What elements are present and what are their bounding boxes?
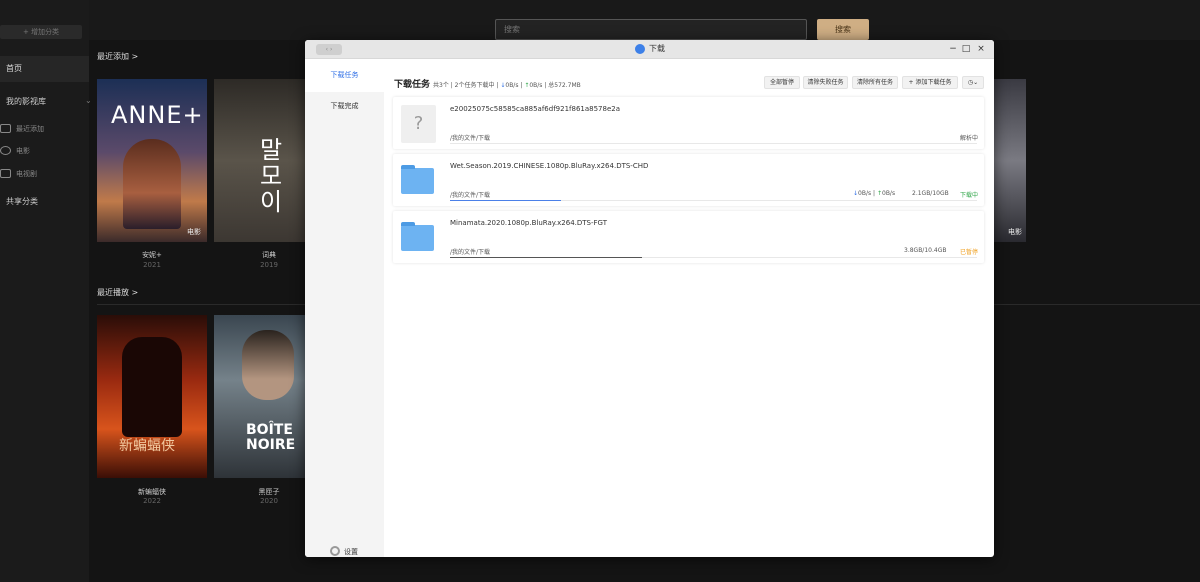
tab-completed[interactable]: 下载完成 — [305, 101, 384, 111]
maximize-icon[interactable]: □ — [960, 42, 972, 56]
progress-track — [450, 143, 977, 144]
poster-art — [122, 337, 182, 437]
sidebar-item-label: 最近添加 — [16, 125, 44, 133]
settings-label: 设置 — [344, 548, 358, 556]
section-recent-played[interactable]: 最近播放 > — [97, 287, 138, 298]
down-speed: 0B/s — [505, 82, 519, 89]
poster-art — [242, 330, 294, 400]
film-reel-icon — [0, 146, 11, 155]
task-size: 2.1GB/10GB — [912, 190, 949, 197]
add-category-button[interactable]: + 增加分类 — [0, 25, 82, 39]
poster-art-text: ANNE+ — [111, 101, 204, 129]
sidebar-item-movies[interactable]: 电影 — [0, 146, 30, 156]
progress-track — [450, 257, 977, 258]
download-stats: 共3个 | 2个任务下载中 | ↓0B/s | ↑0B/s | 总572.7MB — [433, 82, 581, 89]
page-title: 下载任务 — [394, 80, 431, 90]
download-task[interactable]: Wet.Season.2019.CHINESE.1080p.BluRay.x26… — [393, 154, 984, 206]
task-path: /我的文件/下载 — [450, 249, 491, 256]
minimize-icon[interactable]: − — [947, 42, 959, 56]
task-up-speed: 0B/s — [882, 190, 896, 197]
sidebar-item-library[interactable]: 我的影视库 ⌄ — [6, 96, 92, 107]
sidebar-item-recent[interactable]: 最近添加 — [0, 124, 44, 134]
task-status: 已暂停 — [959, 249, 978, 256]
task-down-speed: 0B/s — [858, 190, 872, 197]
sidebar-item-tv[interactable]: 电视剧 — [0, 169, 37, 179]
section-recent-added[interactable]: 最近添加 > — [97, 51, 138, 62]
recent-icon — [0, 124, 11, 133]
poster-card[interactable]: ANNE+ 电影 — [97, 79, 207, 242]
task-name: Wet.Season.2019.CHINESE.1080p.BluRay.x26… — [450, 162, 649, 170]
total-count: 共3个 — [433, 82, 449, 89]
sidebar-item-home[interactable]: 首页 — [0, 56, 89, 82]
close-icon[interactable]: × — [975, 42, 987, 56]
download-task[interactable]: ? e20025075c58585ca885af6df921f861a8578e… — [393, 97, 984, 149]
search-button[interactable]: 搜索 — [817, 19, 869, 40]
clock-icon: ◷⌄ — [967, 79, 979, 86]
history-menu-button[interactable]: ◷⌄ — [962, 76, 984, 89]
sidebar-item-label: 电视剧 — [16, 170, 37, 178]
poster-type-tag: 电影 — [1008, 228, 1022, 236]
poster-title[interactable]: 安妮+ — [97, 250, 207, 260]
progress-fill — [450, 200, 561, 201]
unknown-file-icon: ? — [401, 105, 436, 143]
downloading-count: 2个任务下载中 — [454, 82, 495, 89]
dialog-main: 下载任务 共3个 | 2个任务下载中 | ↓0B/s | ↑0B/s | 总57… — [384, 59, 994, 557]
sidebar-item-shared[interactable]: 共享分类 — [6, 196, 38, 207]
tab-downloading[interactable]: 下载任务 — [305, 59, 384, 92]
tv-icon — [0, 169, 11, 178]
poster-art-text: 新蝙蝠侠 — [119, 438, 175, 454]
gear-icon — [330, 546, 340, 556]
back-forward-buttons[interactable]: ‹ › — [316, 44, 342, 55]
up-speed: 0B/s — [529, 82, 543, 89]
task-path: /我的文件/下载 — [450, 192, 491, 199]
poster-art — [123, 139, 181, 229]
poster-card[interactable]: 新蝙蝠侠 — [97, 315, 207, 478]
folder-icon — [401, 222, 434, 251]
poster-title[interactable]: 新蝙蝠侠 — [97, 487, 207, 497]
progress-fill — [450, 257, 643, 258]
task-status: 下载中 — [959, 192, 978, 199]
chevron-down-icon: ⌄ — [85, 96, 92, 105]
globe-icon — [635, 44, 645, 54]
search-input[interactable] — [495, 19, 807, 40]
add-download-button[interactable]: + 添加下载任务 — [902, 76, 958, 89]
task-size: 3.8GB/10.4GB — [904, 247, 947, 254]
task-status: 解析中 — [959, 135, 978, 142]
pause-all-button[interactable]: 全部暂停 — [764, 76, 800, 89]
progress-track — [450, 200, 977, 201]
dialog-titlebar[interactable]: ‹ › 下载 − □ × — [305, 40, 994, 59]
task-name: Minamata.2020.1080p.BluRay.x264.DTS-FGT — [450, 219, 607, 227]
poster-card[interactable]: 电影 — [993, 79, 1026, 242]
task-name: e20025075c58585ca885af6df921f861a8578e2a — [450, 105, 621, 113]
task-path: /我的文件/下载 — [450, 135, 491, 142]
total-size: 总572.7MB — [548, 82, 581, 89]
sidebar-item-label: 电影 — [16, 147, 30, 155]
task-speed: ↓0B/s | ↑0B/s — [853, 190, 896, 197]
folder-icon — [401, 165, 434, 194]
poster-year: 2022 — [143, 497, 161, 505]
dialog-sidebar: 下载任务 下载完成 设置 — [305, 59, 384, 557]
clear-all-button[interactable]: 清除所有任务 — [852, 76, 898, 89]
clear-failed-button[interactable]: 清除失败任务 — [803, 76, 848, 89]
download-task[interactable]: Minamata.2020.1080p.BluRay.x264.DTS-FGT … — [393, 211, 984, 263]
poster-year: 2021 — [143, 261, 161, 269]
sidebar: + 增加分类 首页 我的影视库 ⌄ 最近添加 电影 电视剧 共享分类 — [0, 0, 92, 582]
sidebar-item-library-label: 我的影视库 — [6, 97, 46, 106]
download-dialog: ‹ › 下载 − □ × 下载任务 下载完成 设置 下载任务 共3个 | 2个任… — [305, 40, 994, 557]
poster-type-tag: 电影 — [187, 228, 201, 236]
poster-art-text: 말 모 이 — [259, 136, 283, 216]
dialog-title: 下载 — [649, 44, 665, 53]
